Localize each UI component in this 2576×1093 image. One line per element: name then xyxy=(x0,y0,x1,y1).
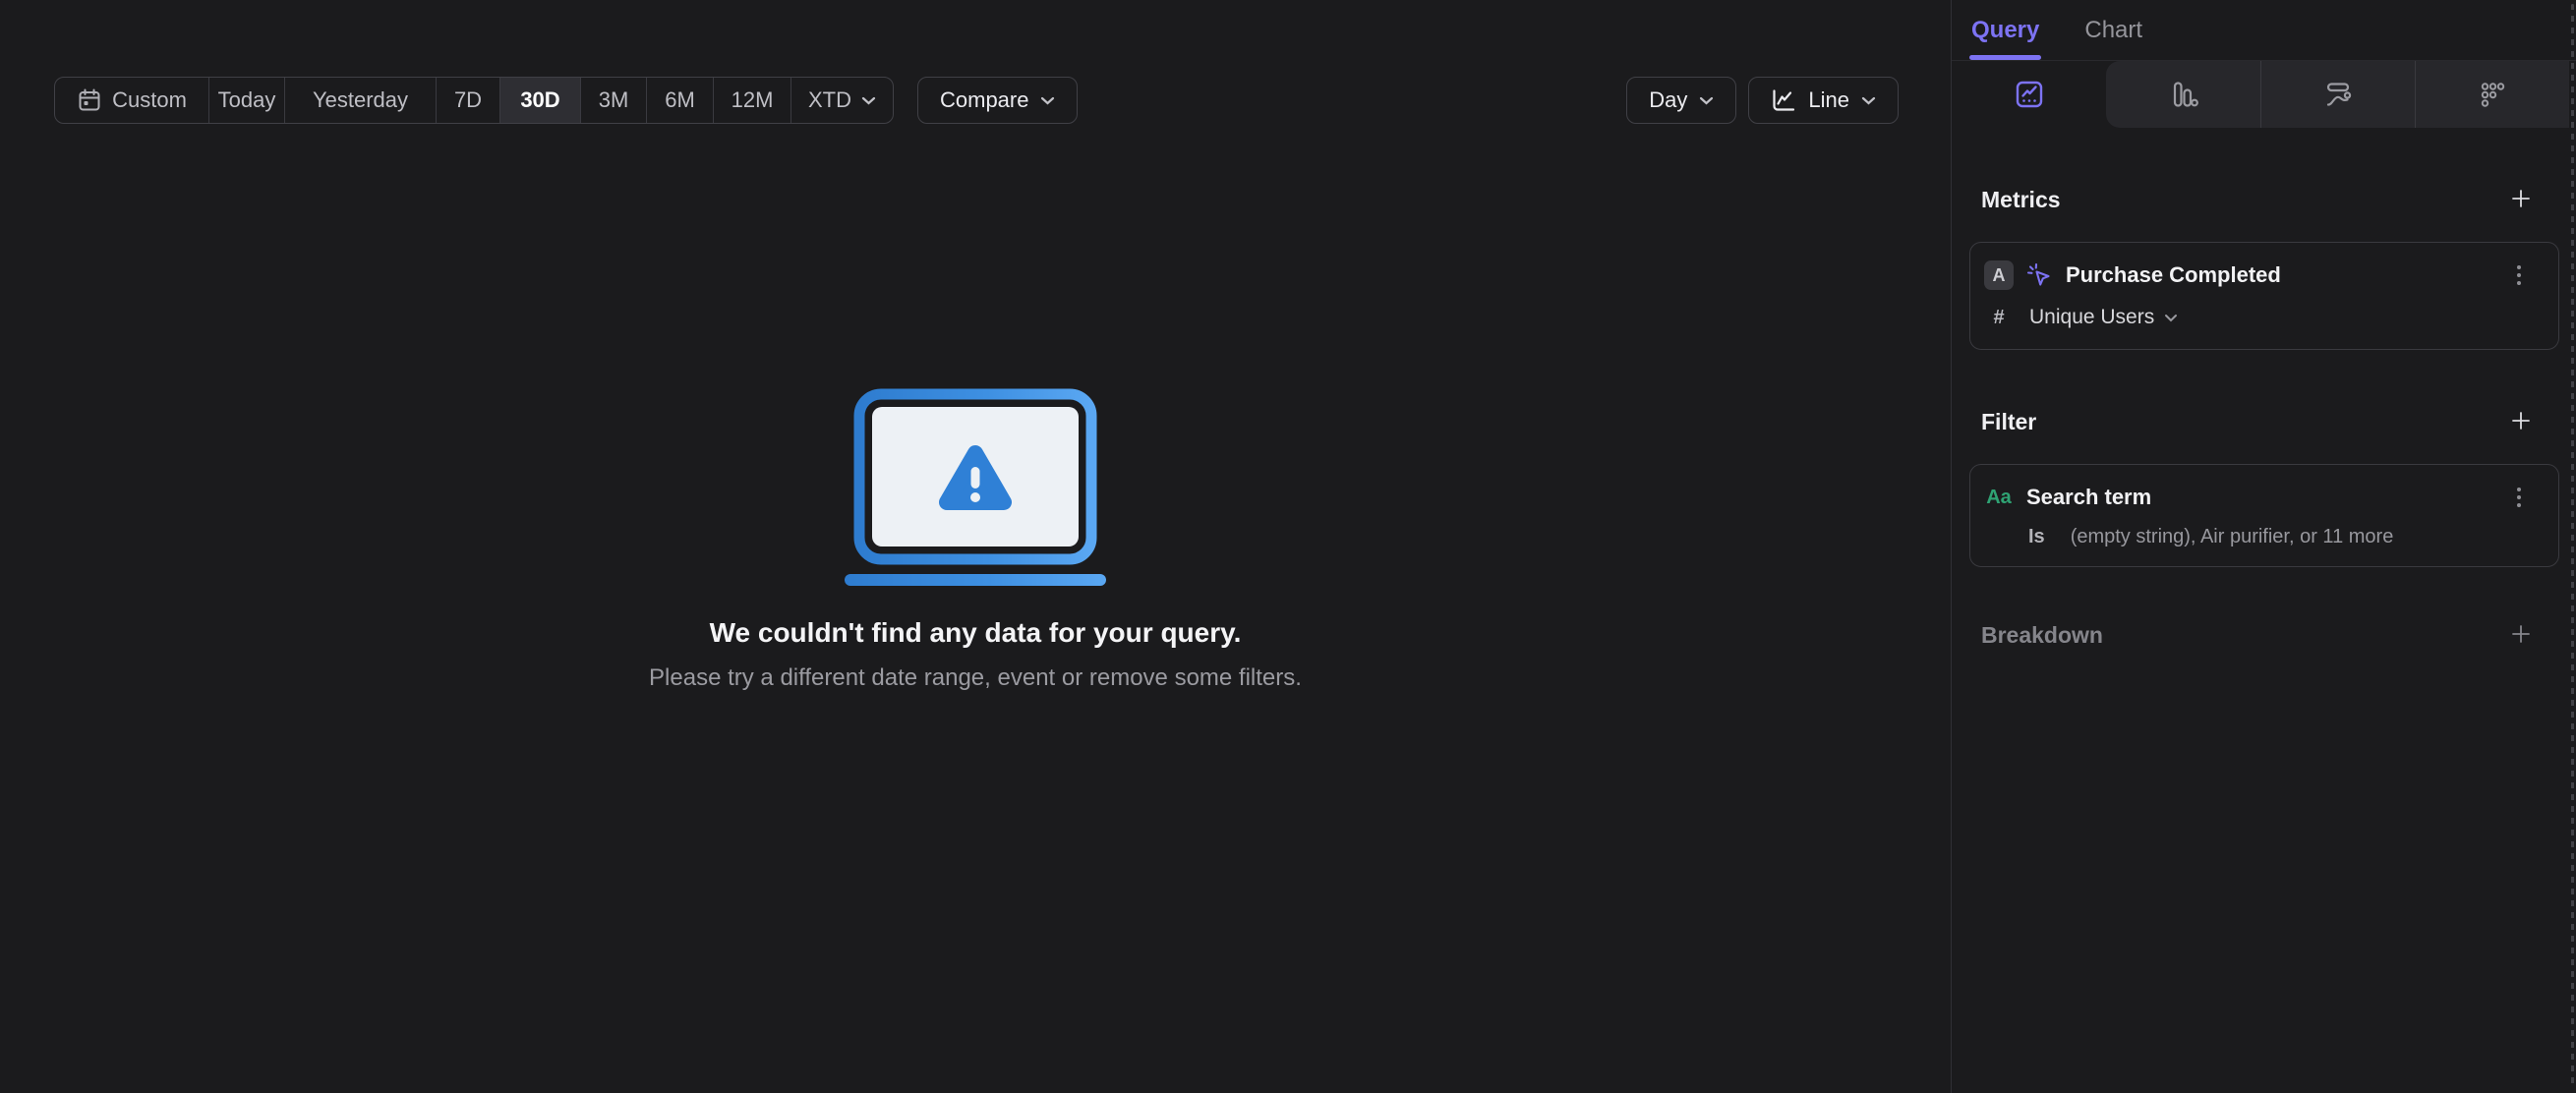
metrics-header-label: Metrics xyxy=(1981,186,2061,212)
filter-card[interactable]: Aa Search term Is (empty string), Air pu… xyxy=(1969,464,2559,567)
chevron-down-icon xyxy=(2164,314,2178,322)
metrics-section-header: Metrics xyxy=(1969,183,2559,216)
date-preset-custom[interactable]: Custom xyxy=(55,78,209,123)
plus-icon xyxy=(2510,410,2532,434)
retention-icon xyxy=(2478,80,2507,109)
query-builder: Metrics A Purchase Completed # Unique Us… xyxy=(1952,128,2576,652)
date-preset-label: Today xyxy=(217,87,276,112)
date-preset-7d[interactable]: 7D xyxy=(437,78,500,123)
toolbar-left-group: Custom Today Yesterday 7D 30D 3M 6M 12M … xyxy=(54,77,1079,124)
date-preset-label: Yesterday xyxy=(312,87,409,112)
filter-section-header: Filter xyxy=(1969,405,2559,438)
report-tabs-strip xyxy=(2106,61,2569,128)
granularity-button[interactable]: Day xyxy=(1626,77,1737,124)
breakdown-section-header: Breakdown xyxy=(1969,618,2559,652)
date-preset-label: XTD xyxy=(808,87,851,112)
tab-query[interactable]: Query xyxy=(1968,0,2042,60)
flows-icon xyxy=(2323,80,2353,109)
empty-state-title: We couldn't find any data for your query… xyxy=(709,617,1242,648)
date-preset-today[interactable]: Today xyxy=(209,78,285,123)
tab-chart[interactable]: Chart xyxy=(2084,0,2142,60)
app-root: Custom Today Yesterday 7D 30D 3M 6M 12M … xyxy=(0,0,2576,1093)
aggregation-symbol: # xyxy=(1993,306,2005,328)
filter-values: (empty string), Air purifier, or 11 more xyxy=(2070,526,2394,547)
series-letter-badge: A xyxy=(1984,260,2014,290)
main-canvas: Custom Today Yesterday 7D 30D 3M 6M 12M … xyxy=(0,0,1951,1093)
chart-type-label: Line xyxy=(1808,87,1849,112)
sidebar-tabs: Query Chart xyxy=(1952,0,2576,61)
tab-query-label: Query xyxy=(1971,16,2040,43)
empty-state-subtitle: Please try a different date range, event… xyxy=(649,664,1302,691)
date-preset-label: 6M xyxy=(665,87,695,112)
filter-row-main: Aa Search term xyxy=(1984,481,2525,514)
filter-property-name: Search term xyxy=(2026,485,2152,509)
date-preset-12m[interactable]: 12M xyxy=(714,78,791,123)
date-preset-30d[interactable]: 30D xyxy=(500,78,581,123)
metric-row-aggregation[interactable]: # Unique Users xyxy=(1984,304,2525,331)
chevron-down-icon xyxy=(861,96,876,105)
report-tab-funnels[interactable] xyxy=(2106,61,2260,128)
granularity-label: Day xyxy=(1649,87,1688,112)
report-tab-retention[interactable] xyxy=(2415,61,2569,128)
sidebar-scrollbar[interactable] xyxy=(2571,4,2574,1089)
date-preset-label: 3M xyxy=(598,87,629,112)
breakdown-header-label: Breakdown xyxy=(1981,621,2103,648)
metric-event-name: Purchase Completed xyxy=(2066,262,2281,287)
date-range-picker: Custom Today Yesterday 7D 30D 3M 6M 12M … xyxy=(54,77,894,124)
calendar-icon xyxy=(77,87,102,113)
date-preset-label: 7D xyxy=(453,87,483,112)
report-tab-insights[interactable] xyxy=(1952,61,2106,128)
date-preset-3m[interactable]: 3M xyxy=(581,78,647,123)
add-metric-button[interactable] xyxy=(2510,188,2532,212)
aggregation-label: Unique Users xyxy=(2029,306,2155,328)
compare-button[interactable]: Compare xyxy=(917,77,1079,124)
filter-operator: Is xyxy=(2028,526,2045,547)
report-tab-flows[interactable] xyxy=(2260,61,2415,128)
line-chart-icon xyxy=(1771,87,1796,113)
date-preset-6m[interactable]: 6M xyxy=(647,78,714,123)
insights-icon xyxy=(2015,80,2044,109)
empty-state: We couldn't find any data for your query… xyxy=(0,388,1951,692)
tab-chart-label: Chart xyxy=(2084,16,2143,43)
date-preset-label: 30D xyxy=(520,87,560,112)
date-preset-label: 12M xyxy=(731,87,774,112)
metric-kebab-menu[interactable] xyxy=(2513,261,2525,289)
add-filter-button[interactable] xyxy=(2510,410,2532,434)
compare-label: Compare xyxy=(940,87,1029,112)
chevron-down-icon xyxy=(1040,96,1055,105)
filter-kebab-menu[interactable] xyxy=(2513,484,2525,511)
query-sidebar: Query Chart Metrics A Purchase Completed… xyxy=(1951,0,2576,1093)
funnels-icon xyxy=(2169,80,2198,109)
event-cursor-icon xyxy=(2026,262,2053,289)
metric-card[interactable]: A Purchase Completed # Unique Users xyxy=(1969,242,2559,350)
plus-icon xyxy=(2510,188,2532,212)
chart-type-button[interactable]: Line xyxy=(1748,77,1899,124)
chevron-down-icon xyxy=(1699,96,1714,105)
date-preset-yesterday[interactable]: Yesterday xyxy=(285,78,437,123)
add-breakdown-button[interactable] xyxy=(2510,623,2532,648)
no-data-laptop-illustration xyxy=(843,388,1108,592)
filter-row-condition[interactable]: Is (empty string), Air purifier, or 11 m… xyxy=(1984,526,2525,548)
toolbar-right-group: Day Line xyxy=(1626,77,1899,124)
string-property-icon: Aa xyxy=(1986,486,2012,508)
date-preset-label: Custom xyxy=(112,87,187,112)
report-type-tabs xyxy=(1952,61,2576,128)
chevron-down-icon xyxy=(1861,96,1876,105)
metric-row-main: A Purchase Completed xyxy=(1984,259,2525,292)
date-preset-xtd[interactable]: XTD xyxy=(791,78,893,123)
filter-header-label: Filter xyxy=(1981,408,2037,434)
chart-toolbar: Custom Today Yesterday 7D 30D 3M 6M 12M … xyxy=(54,77,1899,124)
plus-icon xyxy=(2510,623,2532,648)
